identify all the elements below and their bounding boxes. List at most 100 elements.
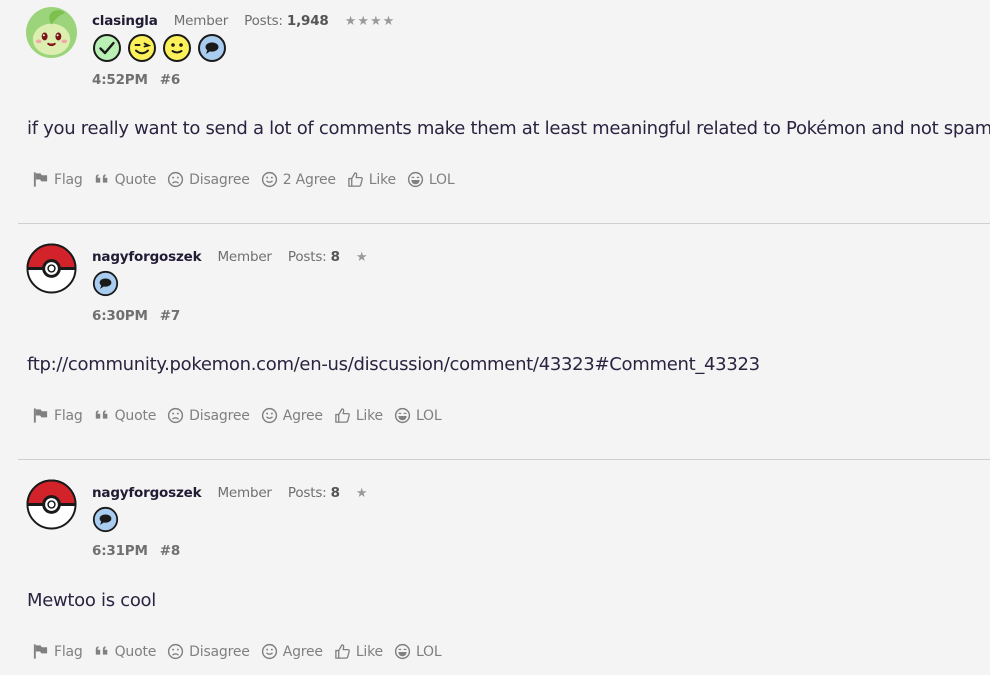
badge-row	[92, 506, 119, 533]
post-number[interactable]: #8	[160, 543, 181, 559]
smile-face-icon	[261, 171, 278, 188]
author-username[interactable]: nagyforgoszek	[92, 485, 202, 501]
winking-face-badge-icon[interactable]	[127, 33, 157, 63]
quote-label: Quote	[114, 171, 157, 188]
agree-label: Agree	[282, 643, 323, 660]
disagree-label: Disagree	[189, 171, 250, 188]
speech-bubble-badge-icon[interactable]	[92, 506, 119, 533]
thumbs-up-icon	[334, 407, 351, 424]
like-button[interactable]: Like	[347, 171, 396, 188]
post-body: Mewtoo is cool	[27, 590, 156, 611]
post-timestamp: 6:30PM #7	[92, 308, 180, 324]
lol-label: LOL	[428, 171, 455, 188]
author-username[interactable]: nagyforgoszek	[92, 249, 202, 265]
author-role: Member	[217, 249, 272, 265]
reaction-bar: Flag Quote Disagree 2 Agree Like LOL	[32, 171, 465, 188]
rank-stars-icon: ★	[355, 486, 369, 501]
thumbs-up-icon	[334, 643, 351, 660]
post-number[interactable]: #6	[160, 72, 181, 88]
post-time[interactable]: 6:31PM	[92, 543, 148, 559]
like-label: Like	[355, 407, 383, 424]
pokeball-avatar[interactable]	[26, 479, 77, 530]
post-divider	[18, 223, 990, 224]
post-body: ftp://community.pokemon.com/en-us/discus…	[27, 354, 760, 375]
post-count: 1,948	[286, 13, 329, 29]
badge-row	[92, 270, 119, 297]
quote-label: Quote	[114, 407, 157, 424]
lol-label: LOL	[415, 407, 442, 424]
flag-label: Flag	[54, 643, 83, 660]
quote-button[interactable]: Quote	[94, 643, 157, 660]
post-body: if you really want to send a lot of comm…	[27, 118, 990, 139]
flag-icon	[32, 171, 49, 188]
disagree-button[interactable]: Disagree	[167, 643, 250, 660]
smiley-face-badge-icon[interactable]	[162, 33, 192, 63]
agree-button[interactable]: Agree	[261, 643, 323, 660]
author-username[interactable]: clasingla	[92, 13, 158, 29]
like-label: Like	[368, 171, 396, 188]
smile-face-icon	[261, 643, 278, 660]
agree-label: 2 Agree	[282, 171, 336, 188]
laughing-face-icon	[407, 171, 424, 188]
sad-face-icon	[167, 643, 184, 660]
disagree-label: Disagree	[189, 643, 250, 660]
post-divider	[18, 459, 990, 460]
post-count-label: Posts:	[287, 249, 327, 265]
flag-icon	[32, 643, 49, 660]
like-button[interactable]: Like	[334, 643, 383, 660]
rank-stars-icon: ★★★★	[344, 14, 396, 29]
quote-button[interactable]: Quote	[94, 407, 157, 424]
lol-button[interactable]: LOL	[394, 407, 442, 424]
agree-button[interactable]: 2 Agree	[261, 171, 336, 188]
like-label: Like	[355, 643, 383, 660]
lol-button[interactable]: LOL	[394, 643, 442, 660]
lol-button[interactable]: LOL	[407, 171, 455, 188]
flag-button[interactable]: Flag	[32, 643, 83, 660]
like-button[interactable]: Like	[334, 407, 383, 424]
author-role: Member	[173, 13, 229, 29]
speech-bubble-badge-icon[interactable]	[197, 33, 227, 63]
disagree-button[interactable]: Disagree	[167, 407, 250, 424]
reaction-bar: Flag Quote Disagree Agree Like LOL	[32, 407, 452, 424]
disagree-label: Disagree	[189, 407, 250, 424]
thumbs-up-icon	[347, 171, 364, 188]
post-timestamp: 4:52PM #6	[92, 72, 180, 88]
author-meta: clasingla Member Posts: 1,948 ★★★★	[92, 13, 395, 29]
flag-label: Flag	[54, 407, 83, 424]
author-role: Member	[217, 485, 272, 501]
sad-face-icon	[167, 407, 184, 424]
post-count: 8	[330, 485, 340, 501]
quote-icon	[94, 408, 110, 424]
reaction-bar: Flag Quote Disagree Agree Like LOL	[32, 643, 452, 660]
speech-bubble-badge-icon[interactable]	[92, 270, 119, 297]
flag-button[interactable]: Flag	[32, 407, 83, 424]
post-count: 8	[330, 249, 340, 265]
pokeball-avatar[interactable]	[26, 243, 77, 294]
post-count-label: Posts:	[244, 13, 283, 29]
quote-button[interactable]: Quote	[94, 171, 157, 188]
post-number[interactable]: #7	[160, 308, 181, 324]
agree-button[interactable]: Agree	[261, 407, 323, 424]
post-time[interactable]: 6:30PM	[92, 308, 148, 324]
flag-icon	[32, 407, 49, 424]
flag-button[interactable]: Flag	[32, 171, 83, 188]
author-meta: nagyforgoszek Member Posts: 8 ★	[92, 249, 369, 265]
quote-icon	[94, 644, 110, 660]
agree-label: Agree	[282, 407, 323, 424]
quote-icon	[94, 172, 110, 188]
post-time[interactable]: 4:52PM	[92, 72, 148, 88]
laughing-face-icon	[394, 643, 411, 660]
disagree-button[interactable]: Disagree	[167, 171, 250, 188]
post-timestamp: 6:31PM #8	[92, 543, 180, 559]
post-count-label: Posts:	[287, 485, 327, 501]
laughing-face-icon	[394, 407, 411, 424]
rank-stars-icon: ★	[355, 250, 369, 265]
chikorita-avatar[interactable]	[26, 7, 77, 58]
sad-face-icon	[167, 171, 184, 188]
badge-row	[92, 33, 227, 63]
author-meta: nagyforgoszek Member Posts: 8 ★	[92, 485, 369, 501]
checkmark-badge-icon[interactable]	[92, 33, 122, 63]
flag-label: Flag	[54, 171, 83, 188]
quote-label: Quote	[114, 643, 157, 660]
smile-face-icon	[261, 407, 278, 424]
